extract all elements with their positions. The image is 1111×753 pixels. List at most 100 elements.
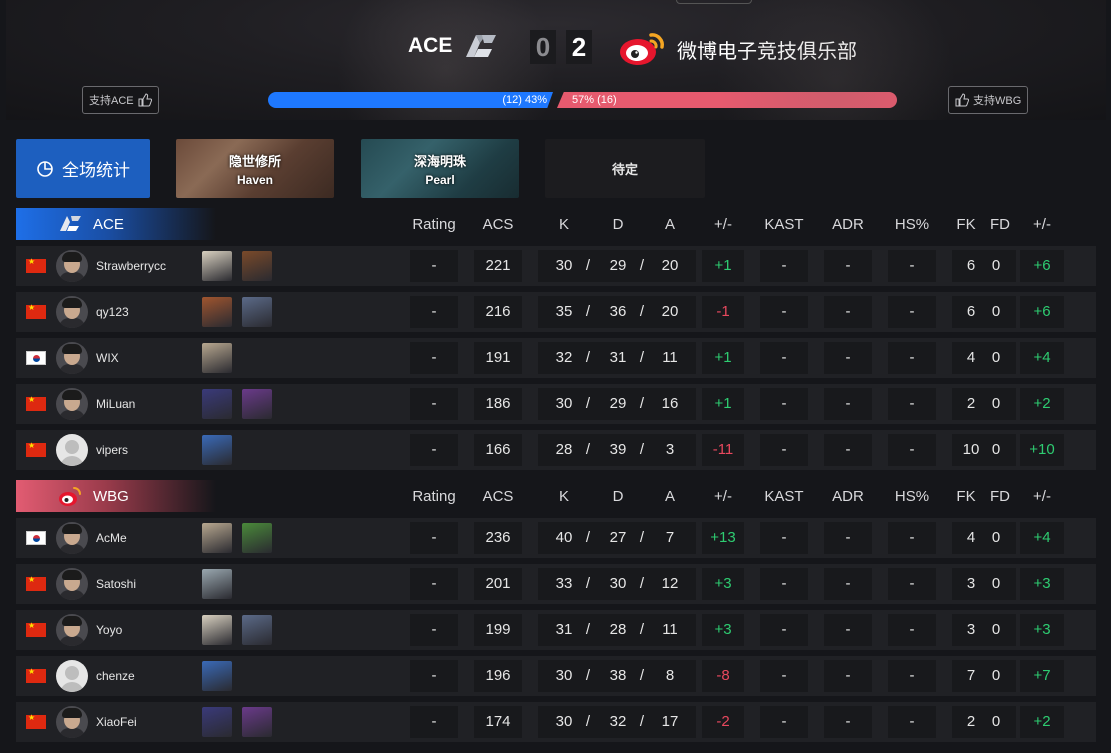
tab-map-pending[interactable]: 待定 (545, 139, 705, 198)
acs-cell: 196 (474, 660, 522, 692)
avatar (56, 522, 88, 554)
adr-cell: - (824, 388, 872, 420)
player-name[interactable]: MiLuan (96, 397, 135, 411)
player-row[interactable]: qy123-21635/36/20-1---60+6 (16, 292, 1096, 332)
kd-diff-cell: -2 (702, 706, 744, 738)
kda-cell: 35 / 36 / 20 (538, 296, 696, 328)
acs-cell: 221 (474, 250, 522, 282)
ace-logo-icon (60, 216, 81, 231)
player-name[interactable]: AcMe (96, 531, 127, 545)
pie-chart-icon (37, 160, 53, 177)
player-name[interactable]: Strawberrycc (96, 259, 166, 273)
weibo-logo-icon (620, 33, 664, 65)
player-row[interactable]: WIX -191 32/31/11 +1- - -4 0 +4 (16, 338, 1096, 378)
adr-cell: - (824, 614, 872, 646)
player-row[interactable]: vipers-16628/39/3-11---100+10 (16, 430, 1096, 470)
rating-cell: - (410, 568, 458, 600)
kd-diff-cell: -1 (702, 296, 744, 328)
kda-separator: / (639, 395, 645, 412)
first-deaths-value: 0 (991, 575, 1001, 592)
hs-cell: - (888, 342, 936, 374)
first-kills-value: 6 (966, 257, 976, 274)
kda-cell: 31 / 28 / 11 (538, 614, 696, 646)
player-name[interactable]: WIX (96, 351, 119, 365)
player-row[interactable]: chenze-19630/38/8-8---70+7 (16, 656, 1096, 696)
kast-cell: - (760, 434, 808, 466)
tab-map-haven[interactable]: 隐世修所 Haven (176, 139, 334, 198)
fk-diff-cell: +3 (1020, 614, 1064, 646)
column-header: +/- (714, 488, 732, 505)
fk-diff-cell: +4 (1020, 342, 1064, 374)
assists-value: 11 (662, 621, 678, 638)
team-tag-name: WBG (93, 487, 129, 505)
deaths-value: 27 (609, 529, 627, 546)
agent-portrait-icon (202, 569, 232, 599)
acs-cell: 166 (474, 434, 522, 466)
hs-cell: - (888, 522, 936, 554)
map-name-en: Haven (236, 172, 274, 187)
kda-separator: / (639, 667, 645, 684)
deaths-value: 29 (609, 395, 627, 412)
player-name[interactable]: vipers (96, 443, 128, 457)
player-name[interactable]: qy123 (96, 305, 129, 319)
player-name[interactable]: Satoshi (96, 577, 136, 591)
tab-overall-label: 全场统计 (62, 161, 130, 180)
column-header: +/- (1033, 488, 1051, 505)
avatar (56, 296, 88, 328)
column-header: HS% (894, 488, 930, 505)
kda-cell: 32 / 31 / 11 (538, 342, 696, 374)
kd-diff-cell: +1 (702, 388, 744, 420)
rating-cell: - (410, 250, 458, 282)
rating-cell: - (410, 342, 458, 374)
match-banner: ACE 0 2 微博电子竞技俱乐部 支持ACE (12) 43% 57% (16… (6, 0, 1106, 120)
assists-value: 20 (661, 303, 679, 320)
first-deaths-value: 0 (991, 349, 1001, 366)
map-name-en: Pearl (425, 172, 455, 187)
support-team-b-button[interactable]: 支持WBG (948, 86, 1029, 114)
player-name[interactable]: Yoyo (96, 623, 122, 637)
player-row[interactable]: Strawberrycc-22130/29/20+1---60+6 (16, 246, 1096, 286)
tab-overall-stats[interactable]: 全场统计 (16, 139, 150, 198)
assists-value: 17 (661, 713, 679, 730)
adr-cell: - (824, 250, 872, 282)
kda-cell: 30 / 29 / 16 (538, 388, 696, 420)
adr-cell: - (824, 660, 872, 692)
kills-value: 30 (555, 667, 573, 684)
team-tag: WBG (16, 480, 216, 512)
acs-cell: 186 (474, 388, 522, 420)
assists-value: 7 (665, 529, 675, 546)
fk-fd-cell: 20 (952, 706, 1016, 738)
player-row[interactable]: Yoyo-19931/28/11+3---30+3 (16, 610, 1096, 650)
support-team-a-button[interactable]: 支持ACE (82, 86, 159, 114)
fk-fd-cell: 20 (952, 388, 1016, 420)
fk-fd-cell: 30 (952, 614, 1016, 646)
first-deaths-value: 0 (991, 529, 1001, 546)
column-header: ACS (482, 216, 514, 233)
fk-diff-cell: +7 (1020, 660, 1064, 692)
kda-separator: / (585, 349, 591, 366)
player-name[interactable]: XiaoFei (96, 715, 137, 729)
kills-value: 30 (555, 713, 573, 730)
kills-value: 31 (555, 621, 573, 638)
player-row[interactable]: AcMe -236 40/27/7 +13- - -4 0 +4 (16, 518, 1096, 558)
country-flag-icon (26, 257, 46, 273)
player-name[interactable]: chenze (96, 669, 135, 683)
assists-value: 20 (661, 257, 679, 274)
player-row[interactable]: MiLuan-18630/29/16+1---20+2 (16, 384, 1096, 424)
fk-diff-cell: +6 (1020, 296, 1064, 328)
tab-map-pearl[interactable]: 深海明珠 Pearl (361, 139, 519, 198)
fk-diff-cell: +3 (1020, 568, 1064, 600)
hs-cell: - (888, 296, 936, 328)
kd-diff-cell: +3 (702, 568, 744, 600)
adr-cell: - (824, 296, 872, 328)
agent-portrait-icon (242, 297, 272, 327)
fk-diff-cell: +10 (1020, 434, 1064, 466)
player-row[interactable]: Satoshi-20133/30/12+3---30+3 (16, 564, 1096, 604)
first-kills-value: 10 (962, 441, 980, 458)
assists-value: 16 (661, 395, 679, 412)
map-name-cn: 隐世修所 (228, 153, 281, 169)
acs-cell: 201 (474, 568, 522, 600)
first-deaths-value: 0 (991, 441, 1001, 458)
player-row[interactable]: XiaoFei-17430/32/17-2---20+2 (16, 702, 1096, 742)
team-a-name: ACE (408, 34, 453, 57)
